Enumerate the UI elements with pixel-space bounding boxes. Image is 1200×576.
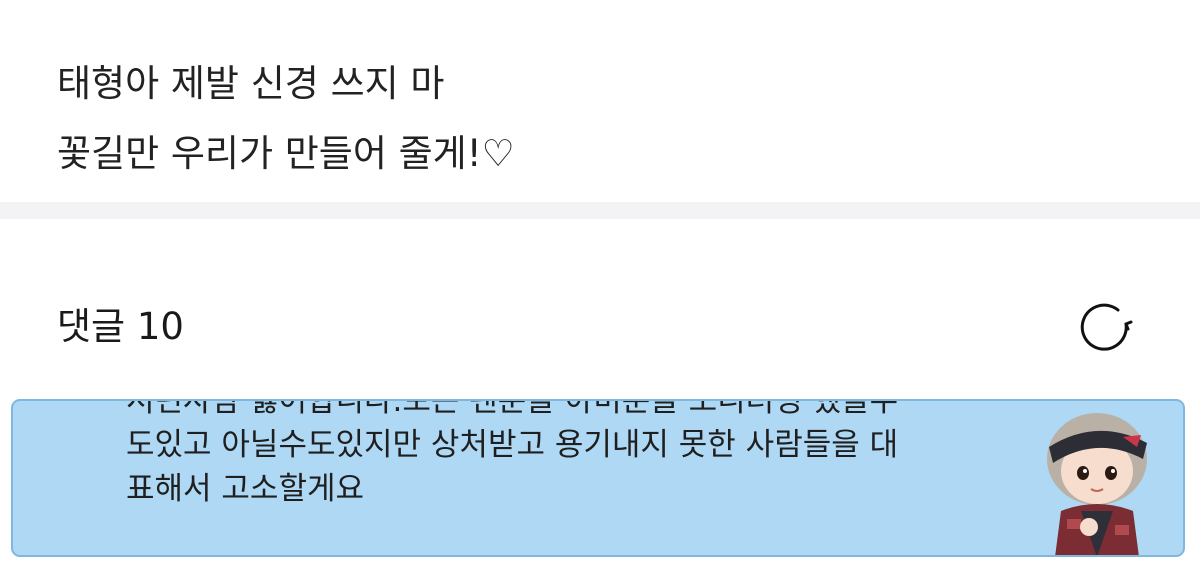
character-sticker-icon bbox=[1047, 413, 1147, 555]
post-text-line-2: 꽃길만 우리가 만들어 줄게!♡ bbox=[57, 132, 515, 175]
refresh-icon bbox=[1080, 303, 1133, 351]
comment-card[interactable]: 서턴사람 싫어합니다.보는 팬분들 아미분들 모니터링 했을수 도있고 아닐수도… bbox=[11, 399, 1185, 557]
refresh-button[interactable] bbox=[1074, 300, 1136, 356]
bottom-strip bbox=[0, 557, 1200, 576]
post-text-line-1: 태형아 제발 신경 쓰지 마 bbox=[57, 62, 445, 105]
section-divider bbox=[0, 202, 1200, 219]
post-body: 태형아 제발 신경 쓰지 마 꽃길만 우리가 만들어 줄게!♡ bbox=[0, 0, 1200, 202]
comments-count-title: 댓글 10 bbox=[57, 305, 184, 348]
comment-text: 서턴사람 싫어합니다.보는 팬분들 아미분들 모니터링 했을수 도있고 아닐수도… bbox=[126, 399, 899, 507]
